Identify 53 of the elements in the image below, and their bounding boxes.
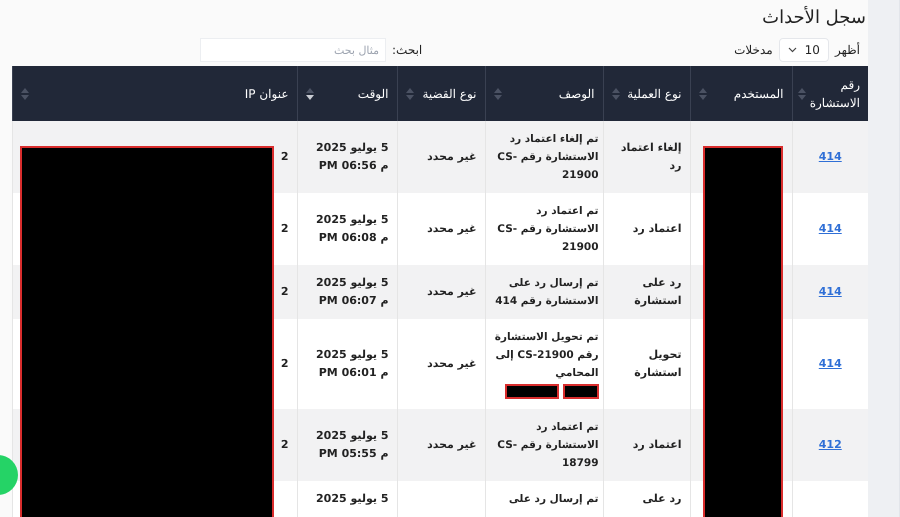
case-type: غير محدد [427, 222, 476, 235]
operation-type: رد على [642, 492, 682, 505]
case-type: غير محدد [427, 150, 476, 163]
ip-address: 2 [280, 222, 288, 235]
consultation-link[interactable]: 414 [818, 285, 842, 298]
show-label: أظهر [834, 41, 860, 59]
event-time: PM 06:07 م [318, 293, 388, 309]
chevron-icon [788, 47, 797, 53]
event-time: PM 06:56 م [318, 158, 388, 174]
search-field[interactable]: مثال بحث [200, 38, 386, 62]
operation-type: إلغاء اعتماد رد [620, 141, 682, 172]
event-description: تم اعتماد رد الاستشارة رقم CS-18799 [496, 420, 598, 471]
redaction-block [504, 384, 558, 398]
operation-type: اعتماد رد [632, 222, 682, 235]
page-title: سجل الأحداث [761, 6, 867, 30]
search-label: ابحث: [392, 42, 422, 59]
case-type: غير محدد [427, 357, 476, 370]
event-description: تم اعتماد رد الاستشارة رقم CS-21900 [496, 204, 598, 255]
operation-type: اعتماد رد [632, 438, 682, 451]
column-header[interactable]: نوع العملية [603, 66, 690, 121]
event-date: 5 يوليو 2025 [315, 275, 388, 291]
column-header[interactable]: الوقت [297, 66, 397, 121]
ip-address: 2 [280, 150, 288, 163]
event-date: 5 يوليو 2025 [315, 140, 388, 156]
column-header[interactable]: عنوان IP [12, 66, 297, 121]
event-description: تم إلغاء اعتماد رد الاستشارة رقم CS-21900 [496, 132, 598, 183]
entries-select[interactable]: 10 [778, 38, 829, 62]
event-description: تم إرسال رد على [508, 492, 598, 507]
entries-label: مدخلات [734, 42, 773, 59]
case-type: غير محدد [427, 438, 476, 451]
column-header[interactable]: الوصف [485, 66, 603, 121]
operation-type: رد على استشارة [634, 276, 682, 307]
ip-address: 2 [280, 357, 288, 370]
event-time: PM 06:08 م [318, 230, 388, 246]
consultation-link[interactable]: 414 [818, 357, 842, 370]
operation-type: تحويل استشارة [634, 348, 682, 379]
column-header[interactable]: المستخدم [690, 66, 792, 121]
event-date: 5 يوليو 2025 [315, 347, 388, 363]
event-date: 5 يوليو 2025 [315, 491, 388, 507]
event-date: 5 يوليو 2025 [315, 212, 388, 228]
event-description: تم تحويل الاستشارة رقم CS-21900 إلى المحامي [494, 330, 598, 381]
ip-address: 2 [280, 438, 288, 451]
consultation-link[interactable]: 414 [818, 222, 842, 235]
event-date: 5 يوليو 2025 [315, 428, 388, 444]
consultation-link[interactable]: 412 [818, 438, 842, 451]
case-type: غير محدد [427, 285, 476, 298]
ip-address: 2 [280, 285, 288, 298]
event-time: PM 05:55 م [318, 446, 388, 462]
column-header[interactable]: نوع القضية [397, 66, 485, 121]
event-time: PM 06:01 م [318, 365, 388, 381]
consultation-link[interactable]: 414 [818, 150, 842, 163]
column-header[interactable]: رقم الاستشارة [792, 66, 868, 121]
event-description: تم إرسال رد على الاستشارة رقم 414 [494, 276, 598, 309]
